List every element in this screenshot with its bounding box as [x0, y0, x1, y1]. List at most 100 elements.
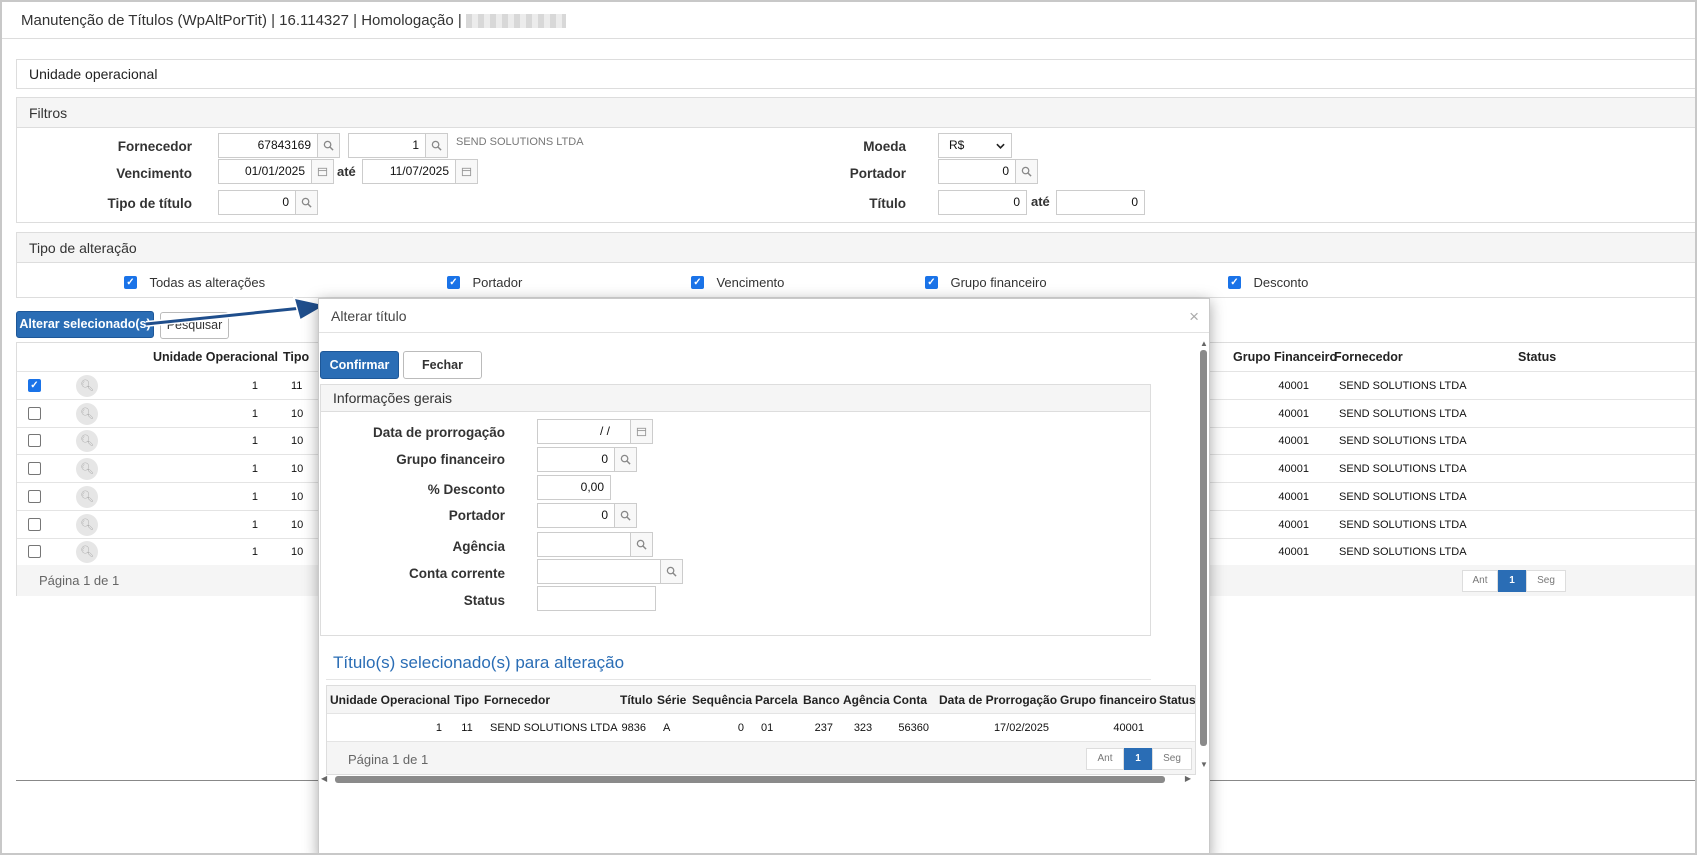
row-view-icon[interactable]: 🔍︎	[76, 513, 98, 536]
row-view-icon[interactable]: 🔍︎	[76, 402, 98, 425]
option-todas[interactable]: ✓ Todas as alterações	[124, 274, 265, 292]
selected-col-header[interactable]: Parcela	[755, 693, 798, 707]
vencimento-label: Vencimento	[116, 166, 192, 181]
selected-col-header[interactable]: Unidade Operacional	[330, 693, 450, 707]
fornecedor-search-button[interactable]	[318, 133, 340, 158]
vencimento-to-calendar-button[interactable]	[456, 159, 478, 184]
selected-col-header[interactable]: Status	[1159, 693, 1195, 707]
grid-prev-button[interactable]: Ant	[1462, 570, 1498, 592]
modal-header: Alterar título ×	[319, 299, 1209, 333]
row-checkbox[interactable]	[28, 462, 41, 476]
unidade-title[interactable]: Unidade operacional	[17, 60, 1695, 88]
option-vencimento[interactable]: ✓ Vencimento	[691, 274, 784, 292]
selected-table-row[interactable]: 1 11 SEND SOLUTIONS LTDA 9836 A 0 01 237 323 5636…	[327, 714, 1195, 742]
row-checkbox[interactable]: ✓	[28, 379, 41, 392]
vencimento-from-calendar-button[interactable]	[312, 159, 334, 184]
selected-cell: 237	[814, 722, 833, 734]
fechar-button[interactable]: Fechar	[403, 351, 482, 379]
selected-col-header[interactable]: Grupo financeiro	[1060, 693, 1157, 707]
portador-search-button[interactable]	[1016, 159, 1038, 184]
option-desconto[interactable]: ✓ Desconto	[1228, 274, 1308, 292]
col-fornecedor[interactable]: Fornecedor	[1334, 350, 1403, 364]
portador-input[interactable]: 0	[938, 159, 1016, 184]
row-checkbox[interactable]	[28, 489, 41, 503]
row-checkbox[interactable]	[28, 406, 41, 420]
modal-close-icon[interactable]: ×	[1189, 307, 1199, 327]
search-icon	[323, 140, 334, 151]
agencia-input[interactable]	[537, 532, 631, 557]
vencimento-to-input[interactable]: 11/07/2025	[362, 159, 456, 184]
row-view-icon[interactable]: 🔍︎	[76, 541, 98, 564]
row-view-icon[interactable]: 🔍︎	[76, 485, 98, 508]
agencia-search-button[interactable]	[631, 532, 653, 557]
scroll-up-icon[interactable]: ▲	[1200, 339, 1208, 348]
grid-next-button[interactable]: Seg	[1526, 570, 1566, 592]
fornecedor-code-input[interactable]: 67843169	[218, 133, 318, 158]
data-prorrogacao-calendar-button[interactable]	[631, 419, 653, 444]
data-prorrogacao-input[interactable]: / /	[537, 419, 631, 444]
status-input[interactable]	[537, 586, 656, 611]
option-grupo-financeiro[interactable]: ✓ Grupo financeiro	[925, 274, 1047, 292]
tipo-titulo-input[interactable]: 0	[218, 190, 296, 215]
titulo-from-input[interactable]: 0	[938, 190, 1027, 215]
row-checkbox[interactable]	[28, 517, 41, 531]
selected-col-header[interactable]: Série	[657, 693, 686, 707]
selected-page-1-button[interactable]: 1	[1124, 748, 1152, 770]
col-tipo[interactable]: Tipo	[283, 350, 309, 364]
vencimento-from-input[interactable]: 01/01/2025	[218, 159, 312, 184]
calendar-icon	[461, 167, 472, 177]
selected-col-header[interactable]: Banco	[803, 693, 840, 707]
tipo-titulo-search-button[interactable]	[296, 190, 318, 215]
horizontal-scrollbar[interactable]: ◀ ▶	[321, 774, 1191, 784]
selected-page-info: Página 1 de 1	[348, 752, 429, 767]
scroll-left-icon[interactable]: ◀	[321, 774, 327, 783]
desconto-input[interactable]: 0,00	[537, 475, 611, 500]
checkbox[interactable]: ✓	[124, 276, 137, 290]
vertical-scroll-thumb[interactable]	[1200, 350, 1207, 746]
grupo-financeiro-search-button[interactable]	[615, 447, 637, 472]
chevron-down-icon	[996, 143, 1005, 149]
horizontal-scroll-thumb[interactable]	[335, 776, 1165, 783]
scroll-down-icon[interactable]: ▼	[1200, 760, 1208, 769]
col-status[interactable]: Status	[1518, 350, 1556, 364]
cell-tipo: 10	[291, 463, 304, 476]
grid-page-1-button[interactable]: 1	[1498, 570, 1526, 592]
vencimento-ate: até	[337, 164, 356, 179]
confirmar-button[interactable]: Confirmar	[320, 351, 399, 379]
selected-col-header[interactable]: Sequência	[692, 693, 752, 707]
row-view-icon[interactable]: 🔍︎	[76, 430, 98, 453]
fornecedor-seq-input[interactable]: 1	[348, 133, 426, 158]
selected-col-header[interactable]: Data de Prorrogação	[939, 693, 1057, 707]
selected-col-header[interactable]: Título	[620, 693, 653, 707]
grupo-financeiro-input[interactable]: 0	[537, 447, 615, 472]
moeda-select[interactable]: R$	[938, 133, 1012, 158]
alterar-selecionados-button[interactable]: Alterar selecionado(s)	[16, 311, 154, 338]
selected-next-button[interactable]: Seg	[1152, 748, 1192, 770]
selected-col-header[interactable]: Conta	[893, 693, 927, 707]
modal-portador-input[interactable]: 0	[537, 503, 615, 528]
selected-col-header[interactable]: Fornecedor	[484, 693, 550, 707]
conta-corrente-search-button[interactable]	[661, 559, 683, 584]
option-portador[interactable]: ✓ Portador	[447, 274, 522, 292]
col-unidade[interactable]: Unidade Operacional	[153, 350, 278, 364]
conta-corrente-input[interactable]	[537, 559, 661, 584]
row-view-icon[interactable]: 🔍︎	[76, 458, 98, 481]
fornecedor-seq-search-button[interactable]	[426, 133, 448, 158]
selected-prev-button[interactable]: Ant	[1086, 748, 1124, 770]
checkbox[interactable]: ✓	[447, 276, 460, 290]
row-view-icon[interactable]: 🔍︎	[76, 375, 98, 397]
selected-col-header[interactable]: Tipo	[454, 693, 479, 707]
row-checkbox[interactable]	[28, 434, 41, 448]
scroll-right-icon[interactable]: ▶	[1185, 774, 1191, 783]
modal-portador-search-button[interactable]	[615, 503, 637, 528]
selected-col-header[interactable]: Agência	[843, 693, 890, 707]
titulo-to-input[interactable]: 0	[1056, 190, 1145, 215]
cell-grupo: 40001	[1278, 546, 1309, 559]
vertical-scrollbar[interactable]: ▲ ▼	[1199, 339, 1208, 769]
checkbox[interactable]: ✓	[691, 276, 704, 290]
checkbox[interactable]: ✓	[925, 276, 938, 290]
row-checkbox[interactable]	[28, 545, 41, 559]
col-grupo[interactable]: Grupo Financeiro	[1233, 350, 1337, 364]
checkbox[interactable]: ✓	[1228, 276, 1241, 290]
selected-cell: 17/02/2025	[993, 722, 1049, 734]
